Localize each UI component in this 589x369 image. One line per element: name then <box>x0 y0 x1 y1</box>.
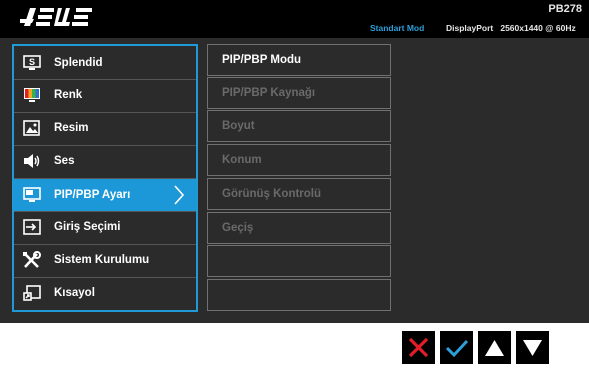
submenu-item-label: Konum <box>222 154 262 166</box>
submenu-item-label: PIP/PBP Kaynağı <box>222 87 316 99</box>
input-source: DisplayPort <box>446 23 494 33</box>
submenu-item-empty <box>207 279 391 311</box>
pip-icon <box>22 186 42 204</box>
menu-item-system-setup[interactable]: Sistem Kurulumu <box>14 245 196 275</box>
menu-item-label: Renk <box>54 89 83 101</box>
resolution: 2560x1440 @ 60Hz <box>500 23 576 33</box>
speaker-icon <box>22 152 42 170</box>
up-arrow-icon <box>485 340 504 356</box>
menu-item-sound[interactable]: Ses <box>14 146 196 176</box>
asus-logo <box>20 8 92 26</box>
menu-item-splendid[interactable]: S Splendid <box>14 48 196 78</box>
submenu-item-pip-pbp-source[interactable]: PIP/PBP Kaynağı <box>207 77 391 109</box>
current-mode: Standart Mod <box>370 23 425 33</box>
menu-item-label: Splendid <box>54 57 103 69</box>
input-select-icon <box>22 218 42 236</box>
up-button[interactable] <box>478 331 511 364</box>
menu-item-shortcut[interactable]: Kısayol <box>14 278 196 308</box>
menu-item-label: Ses <box>54 155 75 167</box>
menu-item-image[interactable]: Resim <box>14 113 196 143</box>
color-icon <box>22 86 42 104</box>
menu-item-label: PIP/PBP Ayarı <box>54 189 131 201</box>
menu-item-color[interactable]: Renk <box>14 80 196 110</box>
osd-panel: PB278 Standart Mod DisplayPort 2560x1440… <box>0 0 589 323</box>
close-icon <box>408 337 429 358</box>
submenu-item-size[interactable]: Boyut <box>207 110 391 142</box>
down-button[interactable] <box>516 331 549 364</box>
wrench-screwdriver-icon <box>22 251 42 269</box>
confirm-button[interactable] <box>440 331 473 364</box>
down-arrow-icon <box>523 340 542 356</box>
sub-menu: PIP/PBP Modu PIP/PBP Kaynağı Boyut Konum… <box>207 44 391 312</box>
menu-item-label: Sistem Kurulumu <box>54 254 150 266</box>
submenu-item-label: Geçiş <box>222 222 254 234</box>
menu-item-pip-pbp[interactable]: PIP/PBP Ayarı <box>14 179 196 211</box>
image-icon <box>22 119 42 137</box>
chevron-right-icon <box>174 185 184 205</box>
check-icon <box>445 339 469 358</box>
submenu-item-label: Boyut <box>222 120 255 132</box>
submenu-item-label: Görünüş Kontrolü <box>222 188 322 200</box>
submenu-item-label: PIP/PBP Modu <box>222 54 302 66</box>
submenu-item-pip-pbp-mode[interactable]: PIP/PBP Modu <box>207 44 391 76</box>
submenu-item-empty <box>207 245 391 277</box>
shortcut-icon <box>22 284 42 302</box>
osd-header: PB278 Standart Mod DisplayPort 2560x1440… <box>0 0 589 38</box>
main-menu: S Splendid Renk Resim Ses PIP/PBP Ayarı … <box>12 44 198 312</box>
menu-item-label: Kısayol <box>54 287 95 299</box>
splendid-icon: S <box>22 54 42 72</box>
model-name: PB278 <box>548 3 582 15</box>
menu-item-input-select[interactable]: Giriş Seçimi <box>14 212 196 242</box>
menu-item-label: Giriş Seçimi <box>54 221 121 233</box>
submenu-item-position[interactable]: Konum <box>207 144 391 176</box>
svg-text:S: S <box>29 57 35 67</box>
submenu-item-view-control[interactable]: Görünüş Kontrolü <box>207 178 391 210</box>
close-button[interactable] <box>402 331 435 364</box>
submenu-item-swap[interactable]: Geçiş <box>207 212 391 244</box>
menu-item-label: Resim <box>54 122 89 134</box>
input-info: DisplayPort 2560x1440 @ 60Hz <box>446 23 576 33</box>
